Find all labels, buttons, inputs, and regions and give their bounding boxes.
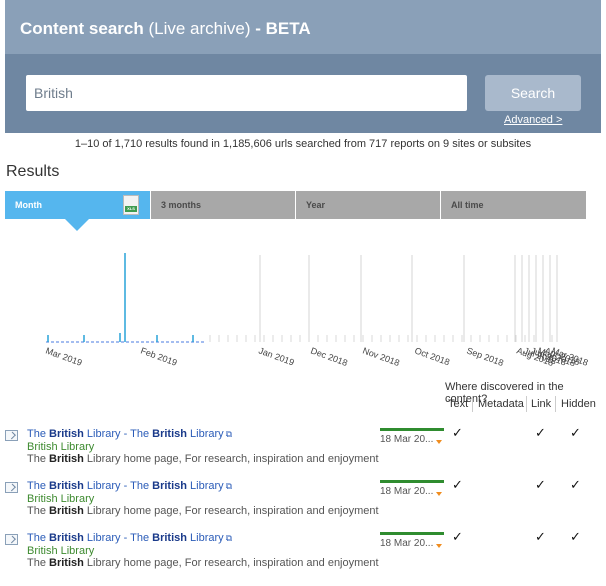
check-icon: ✓ (535, 425, 546, 440)
result-row: The British Library - The British Librar… (0, 529, 606, 582)
x-tick-label: Oct 2018 (413, 345, 451, 367)
x-tick-label: Feb 2019 (139, 345, 178, 367)
x-tick-label: Nov 2018 (361, 345, 401, 368)
col-metadata: Metadata (478, 398, 524, 410)
results-heading: Results (6, 163, 60, 180)
result-title-link[interactable]: The British Library - The British Librar… (27, 428, 232, 440)
check-icon: ✓ (535, 477, 546, 492)
result-description: The British Library home page, For resea… (27, 505, 379, 517)
search-button[interactable]: Search (485, 75, 581, 111)
date-bar (380, 480, 444, 483)
x-tick-label: Mar 2019 (44, 345, 83, 367)
xls-icon[interactable]: XLS (123, 195, 139, 215)
search-input[interactable]: British (26, 75, 467, 111)
x-tick-label: Sep 2018 (465, 345, 505, 368)
tab-month[interactable]: Month XLS (5, 191, 150, 219)
external-link-icon[interactable]: ⧉ (226, 533, 232, 544)
page-icon (5, 430, 18, 441)
active-tab-pointer (65, 219, 89, 231)
col-divider (526, 396, 527, 412)
result-row: The British Library - The British Librar… (0, 425, 606, 478)
col-hidden: Hidden (561, 398, 596, 410)
timeframe-tabs: Month XLS 3 months Year All time (5, 191, 586, 219)
result-title-link[interactable]: The British Library - The British Librar… (27, 532, 232, 544)
external-link-icon[interactable]: ⧉ (226, 481, 232, 492)
caret-down-icon[interactable] (436, 492, 442, 496)
x-tick-label: Jan 2019 (257, 345, 295, 367)
check-icon: ✓ (452, 529, 463, 544)
tab-all-time[interactable]: All time (441, 191, 586, 219)
result-site: British Library (27, 441, 95, 453)
check-icon: ✓ (452, 477, 463, 492)
col-divider (555, 396, 556, 412)
tab-3-months[interactable]: 3 months (151, 191, 295, 219)
check-icon: ✓ (535, 529, 546, 544)
date-dropdown[interactable]: 18 Mar 20... (380, 486, 433, 497)
advanced-search-link[interactable]: Advanced > (504, 114, 562, 126)
tab-year[interactable]: Year (296, 191, 440, 219)
check-icon: ✓ (570, 425, 581, 440)
result-site: British Library (27, 545, 95, 557)
result-description: The British Library home page, For resea… (27, 453, 379, 465)
page-icon (5, 482, 18, 493)
page-title: Content search (Live archive) - BETA (5, 0, 601, 54)
date-bar (380, 428, 444, 431)
results-timeline-chart: Mar 2019 Feb 2019 Jan 2019 Dec 2018 Nov 2018… (44, 253, 589, 368)
check-icon: ✓ (570, 529, 581, 544)
col-link: Link (531, 398, 552, 410)
result-row: The British Library - The British Librar… (0, 477, 606, 530)
result-title-link[interactable]: The British Library - The British Librar… (27, 480, 232, 492)
page-icon (5, 534, 18, 545)
search-header: Content search (Live archive) - BETA Bri… (5, 0, 601, 133)
results-summary: 1–10 of 1,710 results found in 1,185,606… (74, 138, 532, 150)
check-icon: ✓ (452, 425, 463, 440)
caret-down-icon[interactable] (436, 544, 442, 548)
date-dropdown[interactable]: 18 Mar 20... (380, 538, 433, 549)
result-description: The British Library home page, For resea… (27, 557, 379, 569)
date-bar (380, 532, 444, 535)
result-site: British Library (27, 493, 95, 505)
col-divider (472, 396, 473, 412)
caret-down-icon[interactable] (436, 440, 442, 444)
external-link-icon[interactable]: ⧉ (226, 429, 232, 440)
check-icon: ✓ (570, 477, 581, 492)
date-dropdown[interactable]: 18 Mar 20... (380, 434, 433, 445)
x-tick-label: Dec 2018 (309, 345, 349, 368)
col-text: Text (448, 398, 469, 410)
